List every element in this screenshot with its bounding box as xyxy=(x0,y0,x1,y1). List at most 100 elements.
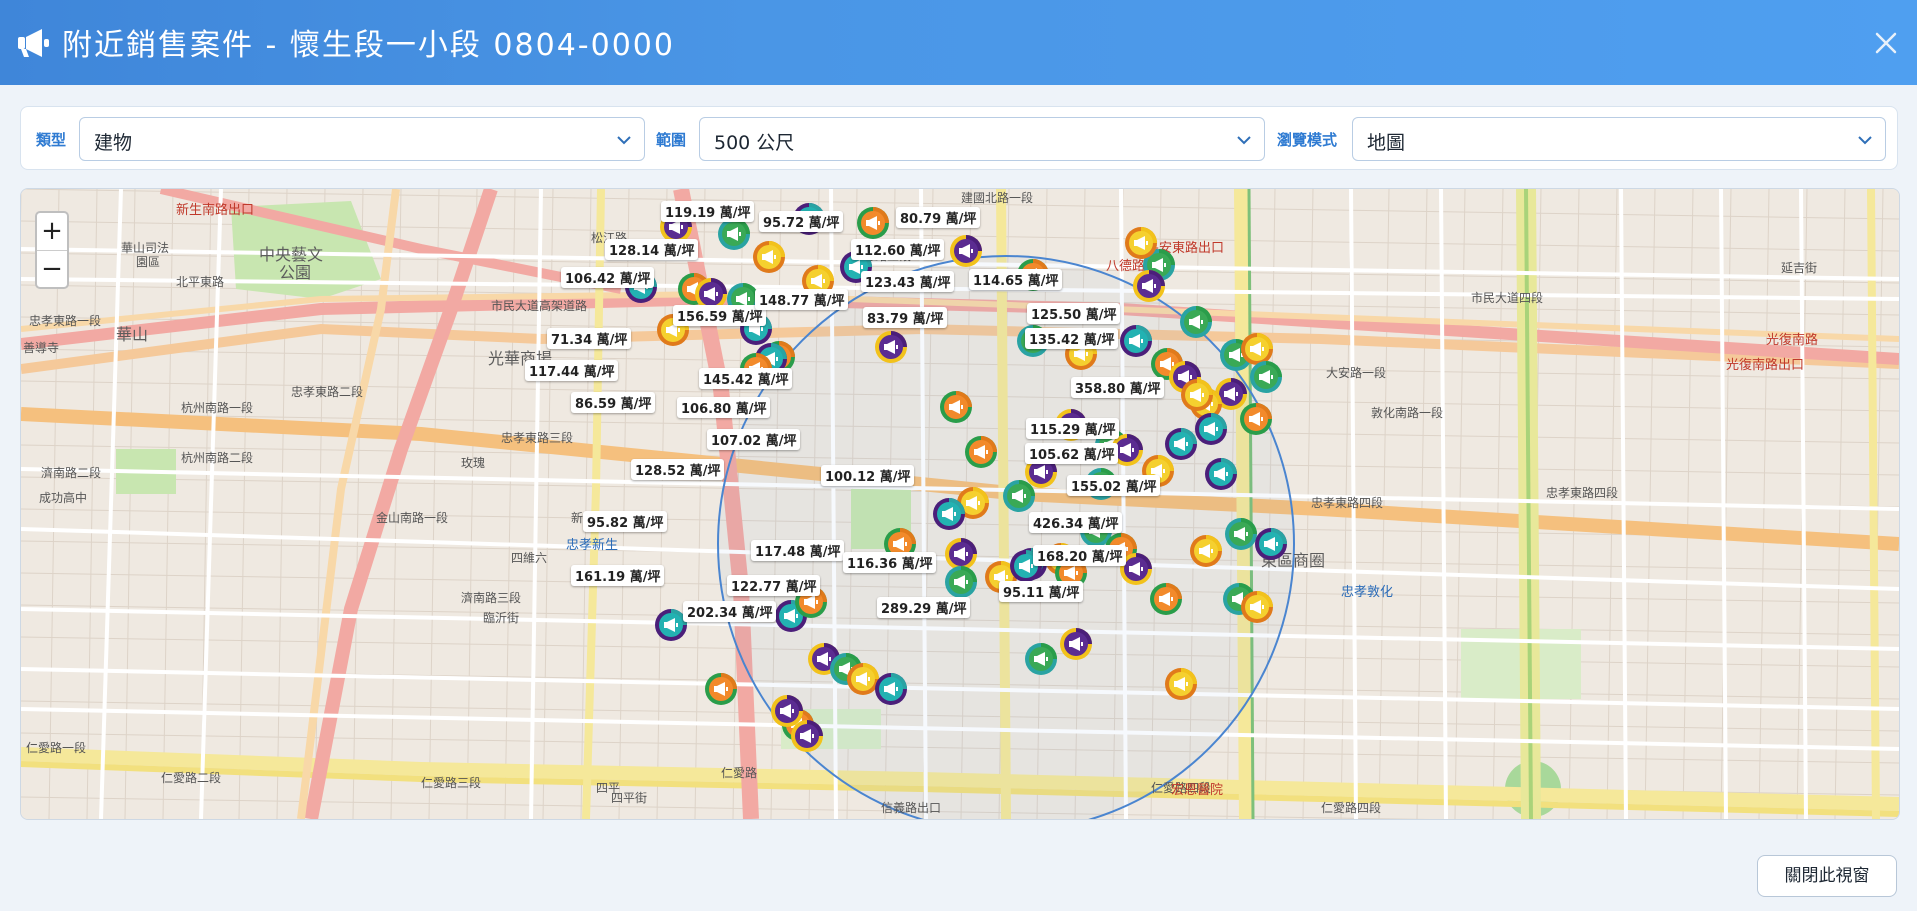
type-select[interactable]: 建物 xyxy=(79,117,645,161)
map-place-label: 敦化南路一段 xyxy=(1371,406,1444,420)
map-place-label: 忠孝新生 xyxy=(566,538,619,553)
close-icon[interactable] xyxy=(1867,24,1905,62)
map-place-label: 宏恩醫院 xyxy=(1171,783,1224,798)
sale-marker-icon[interactable] xyxy=(1179,305,1213,339)
price-label: 358.80 萬/坪 xyxy=(1071,377,1165,398)
sale-marker-icon[interactable] xyxy=(944,565,978,599)
map-place-label: 臨沂街 xyxy=(483,611,520,625)
price-label: 100.12 萬/坪 xyxy=(821,465,915,486)
sale-marker-icon[interactable] xyxy=(949,234,983,268)
map-place-label: 仁愛路 xyxy=(721,766,758,780)
price-label: 161.19 萬/坪 xyxy=(571,565,665,586)
range-select[interactable]: 500 公尺 xyxy=(699,117,1265,161)
price-label: 125.50 萬/坪 xyxy=(1027,303,1121,324)
map-place-label: 市民大道四段 xyxy=(1471,291,1544,305)
map-place-label: 濟南路二段 xyxy=(41,466,102,480)
sale-marker-icon[interactable] xyxy=(752,240,786,274)
map-place-label: 光復南路 xyxy=(1766,333,1819,348)
map-place-label: 濟南路三段 xyxy=(461,591,522,605)
map-place-label: 杭州南路二段 xyxy=(181,451,254,465)
price-label: 107.02 萬/坪 xyxy=(707,429,801,450)
map-place-label: 仁愛路一段 xyxy=(26,741,87,755)
sale-marker-icon[interactable] xyxy=(1254,527,1288,561)
sale-marker-icon[interactable] xyxy=(939,390,973,424)
sale-marker-icon[interactable] xyxy=(1059,627,1093,661)
view-mode-select[interactable]: 地圖 xyxy=(1352,117,1886,161)
map-place-label: 公園 xyxy=(279,263,312,282)
sale-marker-icon[interactable] xyxy=(1164,667,1198,701)
type-select-value: 建物 xyxy=(94,132,133,154)
sale-marker-icon[interactable] xyxy=(1024,642,1058,676)
zoom-in-button[interactable]: + xyxy=(37,213,67,251)
sale-marker-icon[interactable] xyxy=(1239,402,1273,436)
map-place-label: 仁愛路二段 xyxy=(161,771,222,785)
modal-title: 附近銷售案件 - 懷生段一小段 0804-0000 xyxy=(62,28,675,63)
map-place-label: 信義路出口 xyxy=(881,801,942,815)
price-label: 115.29 萬/坪 xyxy=(1026,418,1120,439)
map-place-label: 善導寺 xyxy=(23,341,60,355)
sale-marker-icon[interactable] xyxy=(1002,479,1036,513)
price-label: 202.34 萬/坪 xyxy=(683,601,777,622)
price-label: 83.79 萬/坪 xyxy=(863,307,948,328)
sale-marker-icon[interactable] xyxy=(1119,324,1153,358)
sale-marker-icon[interactable] xyxy=(1189,534,1223,568)
chevron-down-icon xyxy=(617,136,631,145)
sale-marker-icon[interactable] xyxy=(717,217,751,251)
map-place-label: 四平 xyxy=(596,781,621,795)
sale-marker-icon[interactable] xyxy=(1124,226,1158,260)
price-label: 135.42 萬/坪 xyxy=(1025,328,1119,349)
sale-marker-icon[interactable] xyxy=(1149,582,1183,616)
map-place-label: 延吉街 xyxy=(1781,261,1818,275)
sale-marker-icon[interactable] xyxy=(874,330,908,364)
price-label: 106.42 萬/坪 xyxy=(561,267,655,288)
price-label: 148.77 萬/坪 xyxy=(755,289,849,310)
zoom-control: + − xyxy=(35,211,69,289)
sale-marker-icon[interactable] xyxy=(1204,457,1238,491)
price-label: 116.36 萬/坪 xyxy=(843,552,937,573)
map-place-label: 忠孝敦化 xyxy=(1341,585,1394,600)
price-label: 119.19 萬/坪 xyxy=(661,201,755,222)
sale-marker-icon[interactable] xyxy=(1132,269,1166,303)
price-label: 105.62 萬/坪 xyxy=(1025,443,1119,464)
map-place-label: 市民大道高架道路 xyxy=(491,299,588,313)
sale-marker-icon[interactable] xyxy=(770,694,804,728)
sale-marker-icon[interactable] xyxy=(874,672,908,706)
map-place-label: 新生南路出口 xyxy=(176,203,255,218)
sale-marker-icon[interactable] xyxy=(1224,517,1258,551)
zoom-out-button[interactable]: − xyxy=(37,251,67,288)
map-place-label: 仁愛路三段 xyxy=(421,776,482,790)
sale-marker-icon[interactable] xyxy=(856,206,890,240)
sale-marker-icon[interactable] xyxy=(964,435,998,469)
sale-marker-icon[interactable] xyxy=(1194,412,1228,446)
price-label: 95.82 萬/坪 xyxy=(583,511,668,532)
sale-marker-icon[interactable] xyxy=(704,672,738,706)
price-label: 117.44 萬/坪 xyxy=(525,360,619,381)
close-window-button[interactable]: 關閉此視窗 xyxy=(1757,855,1897,897)
type-label: 類型 xyxy=(36,131,67,149)
chevron-down-icon xyxy=(1237,136,1251,145)
map-place-label: 華山 xyxy=(116,325,149,344)
price-label: 114.65 萬/坪 xyxy=(969,269,1063,290)
sale-marker-icon[interactable] xyxy=(1180,378,1214,412)
map-place-label: 杭州南路一段 xyxy=(181,401,254,415)
price-label: 123.43 萬/坪 xyxy=(861,271,955,292)
filter-bar: 類型 建物 範圍 500 公尺 瀏覽模式 地圖 xyxy=(20,106,1898,170)
map-place-label: 忠孝東路一段 xyxy=(29,314,102,328)
sale-marker-icon[interactable] xyxy=(1240,590,1274,624)
price-label: 168.20 萬/坪 xyxy=(1033,545,1127,566)
map-view[interactable]: 新生南路出口 華山司法 園區 中央藝文 公園 長安東路出口 八德路出口 松江路 北平東路 市民大道… xyxy=(20,188,1900,820)
map-place-label: 園區 xyxy=(136,255,161,269)
modal-header: 附近銷售案件 - 懷生段一小段 0804-0000 xyxy=(0,0,1917,85)
map-place-label: 大安路一段 xyxy=(1326,366,1387,380)
sale-marker-icon[interactable] xyxy=(932,497,966,531)
map-place-label: 北平東路 xyxy=(176,275,225,289)
price-label: 117.48 萬/坪 xyxy=(751,540,845,561)
price-label: 71.34 萬/坪 xyxy=(547,328,632,349)
map-place-label: 忠孝東路四段 xyxy=(1546,486,1619,500)
map-place-label: 玫瑰 xyxy=(461,456,486,470)
sale-marker-icon[interactable] xyxy=(1249,360,1283,394)
range-select-value: 500 公尺 xyxy=(714,132,795,154)
map-place-label: 忠孝東路四段 xyxy=(1311,496,1384,510)
map-place-label: 忠孝東路三段 xyxy=(501,431,574,445)
map-place-label: 仁愛路四段 xyxy=(1321,801,1382,815)
